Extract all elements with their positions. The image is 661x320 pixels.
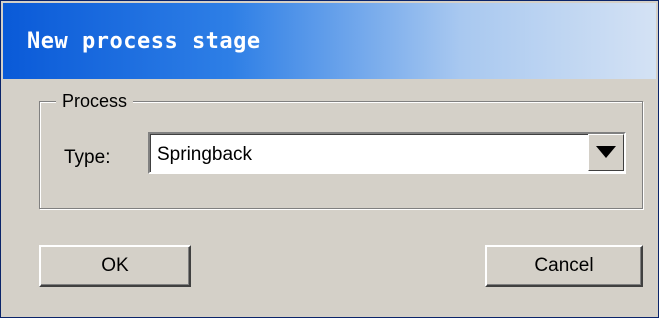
ok-button[interactable]: OK <box>39 245 191 287</box>
type-select-field: Springback <box>150 134 624 172</box>
type-select[interactable]: Springback <box>148 132 626 174</box>
type-select-value: Springback <box>157 144 253 165</box>
title-bar[interactable]: New process stage <box>3 3 656 79</box>
new-process-stage-dialog: New process stage Process Type: Springba… <box>0 0 659 318</box>
dialog-title: New process stage <box>27 29 261 54</box>
cancel-button[interactable]: Cancel <box>485 245 643 287</box>
chevron-down-icon <box>596 146 616 158</box>
process-group-legend: Process <box>56 90 134 112</box>
process-groupbox: Process Type: Springback <box>39 90 643 209</box>
type-label: Type: <box>64 147 111 168</box>
type-select-dropdown-button[interactable] <box>588 134 624 171</box>
